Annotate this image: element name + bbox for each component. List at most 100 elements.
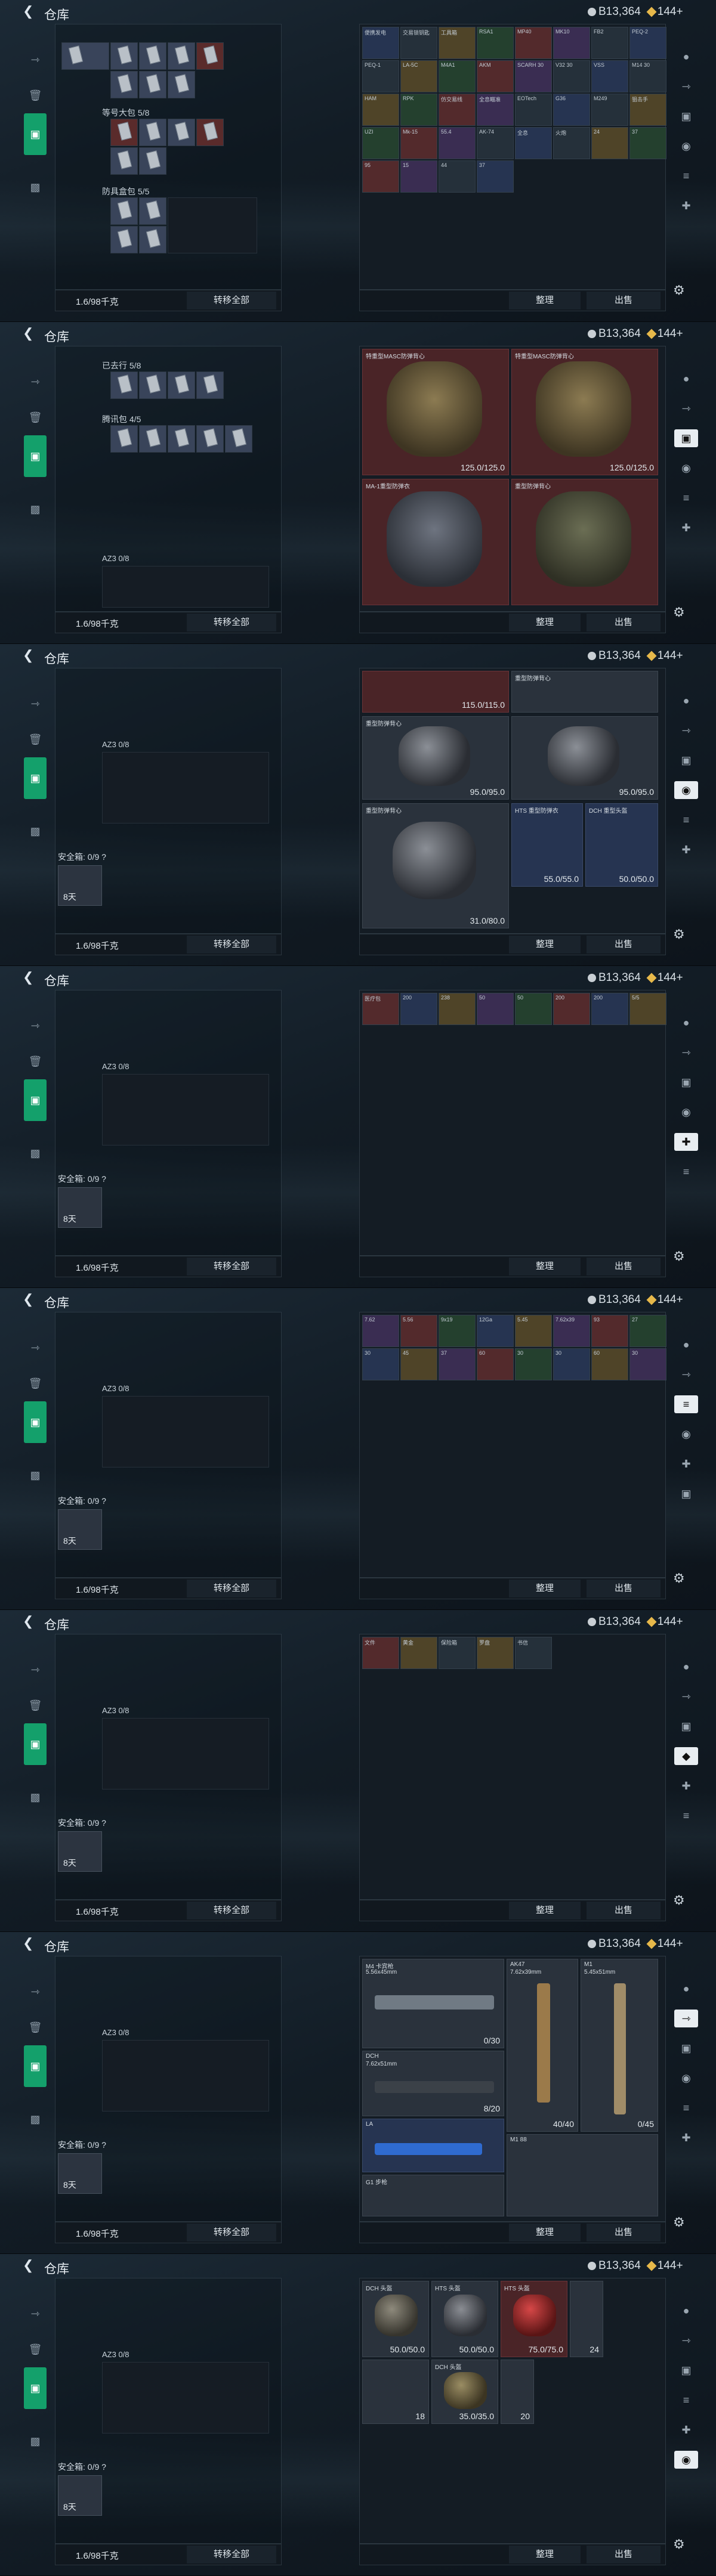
warehouse-item[interactable]: 7.62 — [362, 1315, 399, 1347]
warehouse-item[interactable]: 27 — [629, 1315, 666, 1347]
trash-icon[interactable]: 🗑 — [26, 1054, 44, 1069]
sell-button[interactable]: 出售 — [587, 614, 661, 631]
settings-icon[interactable]: ⚙ — [673, 605, 685, 620]
category-medical-icon[interactable]: ✚ — [674, 841, 698, 859]
inventory-item[interactable] — [110, 71, 138, 98]
sort-button[interactable]: 整理 — [509, 292, 581, 309]
sell-button[interactable]: 出售 — [587, 1902, 661, 1919]
inventory-item[interactable] — [110, 226, 138, 253]
warehouse-item[interactable]: 12Ga — [477, 1315, 514, 1347]
inventory-item[interactable] — [139, 197, 166, 225]
lock-icon[interactable]: ▩ — [26, 1468, 44, 1482]
sort-button[interactable]: 整理 — [509, 936, 581, 953]
warehouse-item[interactable]: 5.45 — [515, 1315, 552, 1347]
inventory-item[interactable] — [196, 119, 224, 146]
lock-icon[interactable]: ▩ — [26, 824, 44, 838]
inventory-item[interactable] — [139, 71, 166, 98]
warehouse-item[interactable]: PEQ-2 — [629, 27, 666, 59]
warehouse-item[interactable]: 45 — [400, 1348, 437, 1380]
sell-button[interactable]: 出售 — [587, 1258, 661, 1275]
safe-box-item[interactable]: 8天 — [58, 865, 102, 906]
warehouse-item[interactable]: 文件 — [362, 1637, 399, 1669]
armor-item[interactable]: 重型防弹背心 — [511, 671, 658, 713]
armor-item[interactable]: 18 — [362, 2360, 429, 2424]
category-helmet-icon[interactable]: ◉ — [674, 781, 698, 799]
warehouse-item[interactable]: M14 30 — [629, 60, 666, 92]
settings-icon[interactable]: ⚙ — [673, 2215, 685, 2230]
category-gun-icon[interactable]: ⇾ — [674, 2010, 698, 2027]
settings-icon[interactable]: ⚙ — [673, 283, 685, 298]
category-all-icon[interactable]: ● — [674, 1014, 698, 1032]
lock-icon[interactable]: ▩ — [26, 1146, 44, 1160]
warehouse-item[interactable]: 200 — [553, 993, 590, 1025]
inventory-item[interactable] — [139, 425, 166, 453]
category-all-icon[interactable]: ● — [674, 1658, 698, 1676]
warehouse-item[interactable]: SCARH 30 — [515, 60, 552, 92]
warehouse-item[interactable]: 200 — [591, 993, 628, 1025]
inventory-item[interactable] — [139, 226, 166, 253]
warehouse-item[interactable]: RPK — [400, 94, 437, 126]
warehouse-item[interactable]: Mk-15 — [400, 127, 437, 159]
settings-icon[interactable]: ⚙ — [673, 927, 685, 942]
armor-item[interactable]: 特重型MASC防弹背心 125.0/125.0 — [362, 349, 509, 475]
warehouse-item[interactable]: AKM — [477, 60, 514, 92]
back-arrow-icon[interactable]: ❮ — [23, 971, 33, 984]
warehouse-item[interactable]: 50 — [515, 993, 552, 1025]
warehouse-item[interactable]: 仿交易线 — [439, 94, 476, 126]
warehouse-item[interactable]: 24 — [591, 127, 628, 159]
helmet-item[interactable]: 95.0/95.0 — [511, 716, 658, 800]
backpack-icon[interactable]: ▣ — [24, 435, 47, 477]
category-helmet-icon[interactable]: ◉ — [674, 2451, 698, 2469]
helmet-item[interactable]: HTS 头盔 50.0/50.0 — [431, 2281, 498, 2357]
armor-item[interactable]: 20 — [501, 2360, 534, 2424]
armor-item[interactable]: 重型防弹背心 — [511, 479, 658, 605]
category-medical-icon[interactable]: ✚ — [674, 2129, 698, 2147]
sort-button[interactable]: 整理 — [509, 2224, 581, 2241]
gun-icon[interactable]: ⇾ — [26, 52, 44, 67]
category-gun-icon[interactable]: ⇾ — [674, 1044, 698, 1061]
warehouse-item[interactable]: RSA1 — [477, 27, 514, 59]
category-ammo-icon[interactable]: ≡ — [674, 1163, 698, 1181]
category-gun-icon[interactable]: ⇾ — [674, 78, 698, 95]
warehouse-item[interactable]: 狙击手 — [629, 94, 666, 126]
trash-icon[interactable]: 🗑 — [26, 2020, 44, 2035]
category-gun-icon[interactable]: ⇾ — [674, 2332, 698, 2349]
lock-icon[interactable]: ▩ — [26, 180, 44, 194]
warehouse-item[interactable]: G36 — [553, 94, 590, 126]
category-armor-icon[interactable]: ▣ — [674, 1485, 698, 1503]
warehouse-item[interactable]: V32 30 — [553, 60, 590, 92]
inventory-item[interactable] — [139, 42, 166, 70]
category-helmet-icon[interactable]: ◉ — [674, 1425, 698, 1443]
category-armor-icon[interactable]: ▣ — [674, 1717, 698, 1735]
safe-box-item[interactable]: 8天 — [58, 1831, 102, 1872]
inventory-item[interactable] — [110, 371, 138, 399]
transfer-all-button[interactable]: 转移全部 — [187, 936, 276, 953]
warehouse-item[interactable]: M4A1 — [439, 60, 476, 92]
weapon-item[interactable]: M1 5.45x51mm 0/45 — [581, 1959, 658, 2132]
category-ammo-icon[interactable]: ≡ — [674, 489, 698, 507]
inventory-item[interactable] — [168, 71, 195, 98]
helmet-item[interactable]: HTS 头盔 75.0/75.0 — [501, 2281, 567, 2357]
trash-icon[interactable]: 🗑 — [26, 88, 44, 103]
category-helmet-icon[interactable]: ◉ — [674, 459, 698, 477]
category-ammo-icon[interactable]: ≡ — [674, 2099, 698, 2117]
safe-box-item[interactable]: 8天 — [58, 2153, 102, 2194]
lock-icon[interactable]: ▩ — [26, 1790, 44, 1804]
category-medical-icon[interactable]: ✚ — [674, 197, 698, 215]
sell-button[interactable]: 出售 — [587, 936, 661, 953]
warehouse-item[interactable]: 30 — [553, 1348, 590, 1380]
gun-icon[interactable]: ⇾ — [26, 374, 44, 389]
sell-button[interactable]: 出售 — [587, 292, 661, 309]
category-all-icon[interactable]: ● — [674, 370, 698, 388]
helmet-item[interactable]: 重型防弹背心 31.0/80.0 — [362, 803, 509, 928]
warehouse-item[interactable]: 44 — [439, 160, 476, 193]
gun-icon[interactable]: ⇾ — [26, 1340, 44, 1355]
backpack-icon[interactable]: ▣ — [24, 2045, 47, 2087]
sort-button[interactable]: 整理 — [509, 1902, 581, 1919]
category-armor-icon[interactable]: ▣ — [674, 2039, 698, 2057]
category-medical-icon[interactable]: ✚ — [674, 1777, 698, 1795]
transfer-all-button[interactable]: 转移全部 — [187, 292, 276, 309]
gun-icon[interactable]: ⇾ — [26, 1984, 44, 1999]
warehouse-item[interactable]: 60 — [591, 1348, 628, 1380]
warehouse-item[interactable]: 50 — [477, 993, 514, 1025]
